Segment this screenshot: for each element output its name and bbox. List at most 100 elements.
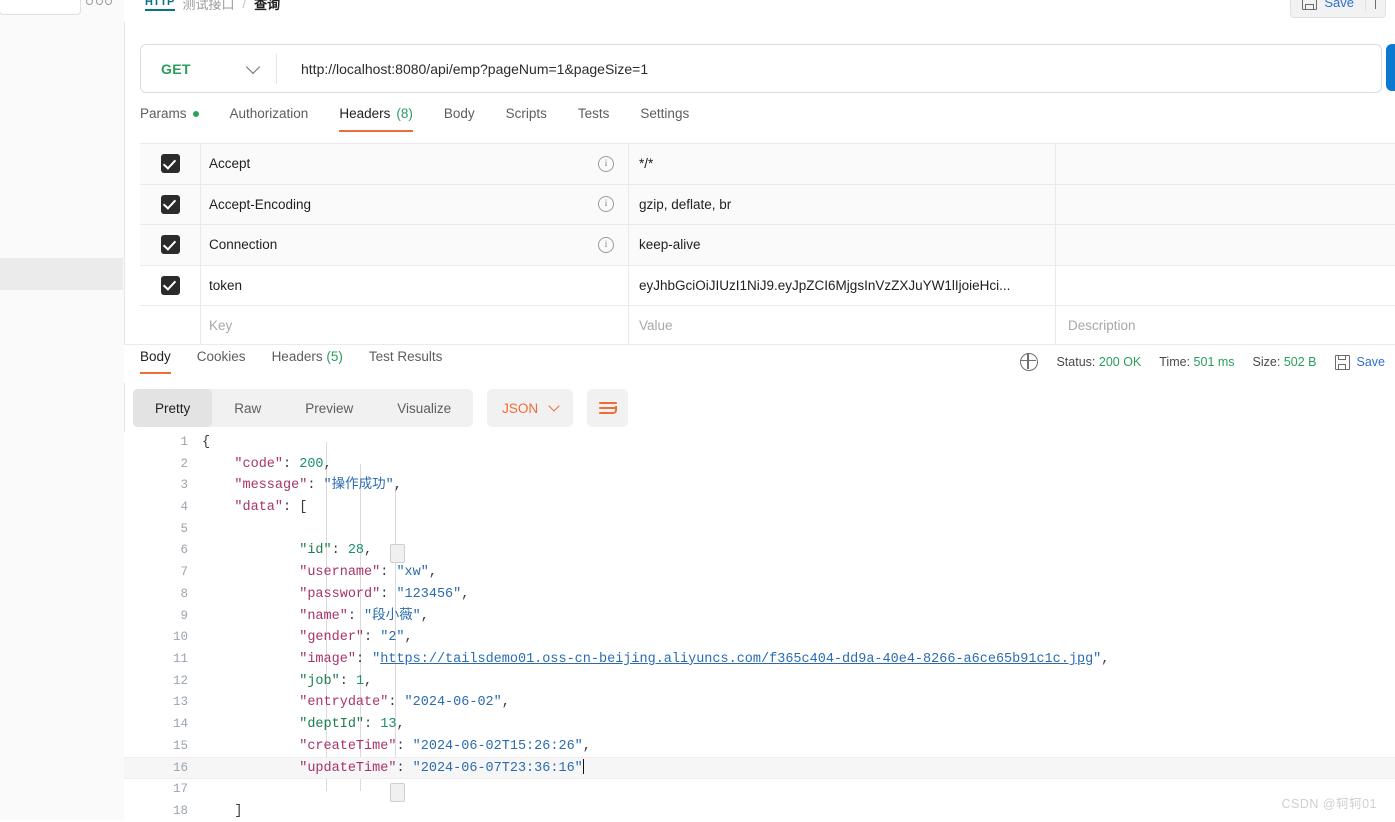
- sidebar-selected-item[interactable]: [0, 258, 123, 290]
- response-tab-headers[interactable]: Headers (5): [272, 349, 343, 374]
- response-tab-cookies[interactable]: Cookies: [197, 349, 246, 374]
- header-key-cell[interactable]: Connection: [201, 225, 629, 265]
- header-enable-checkbox-cell[interactable]: [140, 144, 201, 184]
- code-line[interactable]: 12 "job": 1,: [124, 671, 1395, 693]
- code-line[interactable]: 13 "entrydate": "2024-06-02",: [124, 692, 1395, 714]
- size-value: 502 B: [1283, 355, 1317, 369]
- header-key-cell[interactable]: Key: [201, 306, 629, 346]
- table-row[interactable]: token eyJhbGciOiJIUzI1NiJ9.eyJpZCI6MjgsIn…: [140, 265, 1395, 306]
- url-input[interactable]: http://localhost:8080/api/emp?pageNum=1&…: [277, 61, 648, 77]
- request-tab-authorization[interactable]: Authorization: [230, 106, 325, 132]
- header-value-cell[interactable]: */*: [629, 144, 1056, 184]
- line-number: 5: [180, 521, 188, 536]
- line-number: 1: [180, 435, 188, 449]
- code-line[interactable]: 9 "name": "段小薇",: [124, 606, 1395, 628]
- response-tab-label: Headers: [271, 349, 323, 364]
- response-bar: Body Cookies Headers (5) Test Results Statu…: [124, 344, 1395, 383]
- code-line[interactable]: 16 "updateTime": "2024-06-07T23:36:16": [124, 757, 1395, 779]
- header-description-cell[interactable]: [1056, 225, 1395, 265]
- checkbox-checked-icon[interactable]: [160, 235, 180, 255]
- code-line[interactable]: 7 "username": "xw",: [124, 562, 1395, 584]
- send-button[interactable]: [1386, 44, 1395, 91]
- code-line[interactable]: 18 ]: [124, 801, 1395, 822]
- response-tab-body[interactable]: Body: [140, 349, 171, 374]
- code-line[interactable]: 15 "createTime": "2024-06-02T15:26:26",: [124, 736, 1395, 758]
- header-enable-checkbox-cell[interactable]: [140, 184, 201, 224]
- code-line[interactable]: 10 "gender": "2",: [124, 627, 1395, 649]
- code-line[interactable]: 14 "deptId": 13,: [124, 714, 1395, 736]
- code-line[interactable]: 4 "data": [: [124, 497, 1395, 519]
- line-number: 10: [172, 630, 188, 645]
- request-tab-tests[interactable]: Tests: [578, 106, 626, 132]
- breadcrumb: HTTP 测试接口 / 查询: [145, 0, 280, 13]
- save-response-button[interactable]: Save: [1334, 354, 1385, 370]
- code-line[interactable]: 1{: [124, 432, 1395, 454]
- chevron-down-icon: [245, 59, 261, 74]
- header-description-cell[interactable]: Description: [1056, 306, 1395, 346]
- code-line[interactable]: 5: [124, 519, 1395, 541]
- code-line[interactable]: 8 "password": "123456",: [124, 584, 1395, 606]
- header-enable-checkbox-cell[interactable]: [140, 225, 201, 265]
- header-key-cell[interactable]: token: [201, 265, 629, 305]
- header-enable-checkbox-cell[interactable]: [140, 306, 201, 346]
- header-row-placeholder[interactable]: Key Value Description: [140, 306, 1395, 347]
- breadcrumb-folder[interactable]: 测试接口: [183, 0, 235, 13]
- request-tab-settings[interactable]: Settings: [640, 106, 705, 132]
- body-view-pretty[interactable]: Pretty: [133, 389, 213, 427]
- save-button[interactable]: Save: [1291, 0, 1365, 16]
- time-badge: Time: 501 ms: [1159, 355, 1234, 369]
- line-number: 6: [180, 543, 188, 558]
- response-body-json[interactable]: 1{2 "code": 200, 3 "message": "操作成功", 4 "d…: [124, 432, 1395, 820]
- header-description-cell[interactable]: [1056, 266, 1395, 306]
- header-value-cell[interactable]: eyJhbGciOiJIUzI1NiJ9.eyJpZCI6MjgsInVzZXJ…: [629, 265, 1056, 305]
- header-value-cell[interactable]: Value: [629, 306, 1056, 346]
- header-value-cell[interactable]: keep-alive: [629, 225, 1056, 265]
- body-format-select[interactable]: JSON: [487, 389, 574, 427]
- header-enable-checkbox-cell[interactable]: [140, 265, 201, 305]
- table-row[interactable]: Accept */*: [140, 144, 1395, 185]
- save-dropdown-button[interactable]: [1366, 0, 1385, 9]
- code-line[interactable]: 11 "image": "https://tailsdemo01.oss-cn-…: [124, 649, 1395, 671]
- wrap-lines-icon: [598, 401, 617, 415]
- body-view-raw[interactable]: Raw: [212, 389, 283, 427]
- code-text: "password": "123456",: [299, 586, 470, 602]
- http-method-select[interactable]: GET: [141, 59, 276, 77]
- request-tab-headers[interactable]: Headers (8): [339, 106, 429, 132]
- table-row[interactable]: Accept-Encoding gzip, deflate, br: [140, 184, 1395, 225]
- code-text: "id": 28,: [299, 543, 373, 559]
- info-icon[interactable]: [598, 236, 614, 253]
- http-method-label: GET: [161, 60, 191, 77]
- breadcrumb-current[interactable]: 查询: [254, 0, 280, 13]
- save-button-group[interactable]: Save: [1290, 0, 1386, 18]
- line-number: 18: [172, 803, 188, 818]
- checkbox-checked-icon[interactable]: [160, 194, 180, 214]
- response-meta: Status: 200 OK Time: 501 ms Size: 502 B …: [1020, 352, 1385, 371]
- globe-icon[interactable]: [1020, 352, 1039, 371]
- checkbox-checked-icon[interactable]: [160, 275, 180, 295]
- sidebar-more-icon[interactable]: [86, 0, 112, 7]
- header-key-cell[interactable]: Accept: [201, 144, 629, 184]
- header-description-cell[interactable]: [1056, 185, 1395, 225]
- header-key-cell[interactable]: Accept-Encoding: [201, 184, 629, 224]
- info-icon[interactable]: [598, 196, 614, 213]
- response-tab-test-results[interactable]: Test Results: [369, 349, 443, 374]
- header-value-cell[interactable]: gzip, deflate, br: [629, 184, 1056, 224]
- sidebar-search-input[interactable]: [0, 0, 81, 15]
- header-description-cell[interactable]: [1056, 144, 1395, 184]
- request-tab-body[interactable]: Body: [444, 106, 491, 132]
- code-line[interactable]: 6 "id": 28,: [124, 540, 1395, 562]
- body-view-visualize[interactable]: Visualize: [375, 389, 473, 427]
- request-tab-params[interactable]: Params: [140, 106, 215, 132]
- request-tab-scripts[interactable]: Scripts: [506, 106, 563, 132]
- code-line[interactable]: 17: [124, 779, 1395, 801]
- body-view-preview[interactable]: Preview: [283, 389, 375, 427]
- wrap-lines-button[interactable]: [587, 389, 629, 427]
- info-icon[interactable]: [598, 155, 614, 172]
- response-tab-label: Body: [140, 349, 171, 364]
- header-key-text: Accept-Encoding: [209, 196, 312, 212]
- header-key-text: Key: [209, 318, 233, 334]
- code-line[interactable]: 3 "message": "操作成功",: [124, 475, 1395, 497]
- table-row[interactable]: Connection keep-alive: [140, 225, 1395, 266]
- code-line[interactable]: 2 "code": 200,: [124, 454, 1395, 476]
- checkbox-checked-icon[interactable]: [160, 154, 180, 174]
